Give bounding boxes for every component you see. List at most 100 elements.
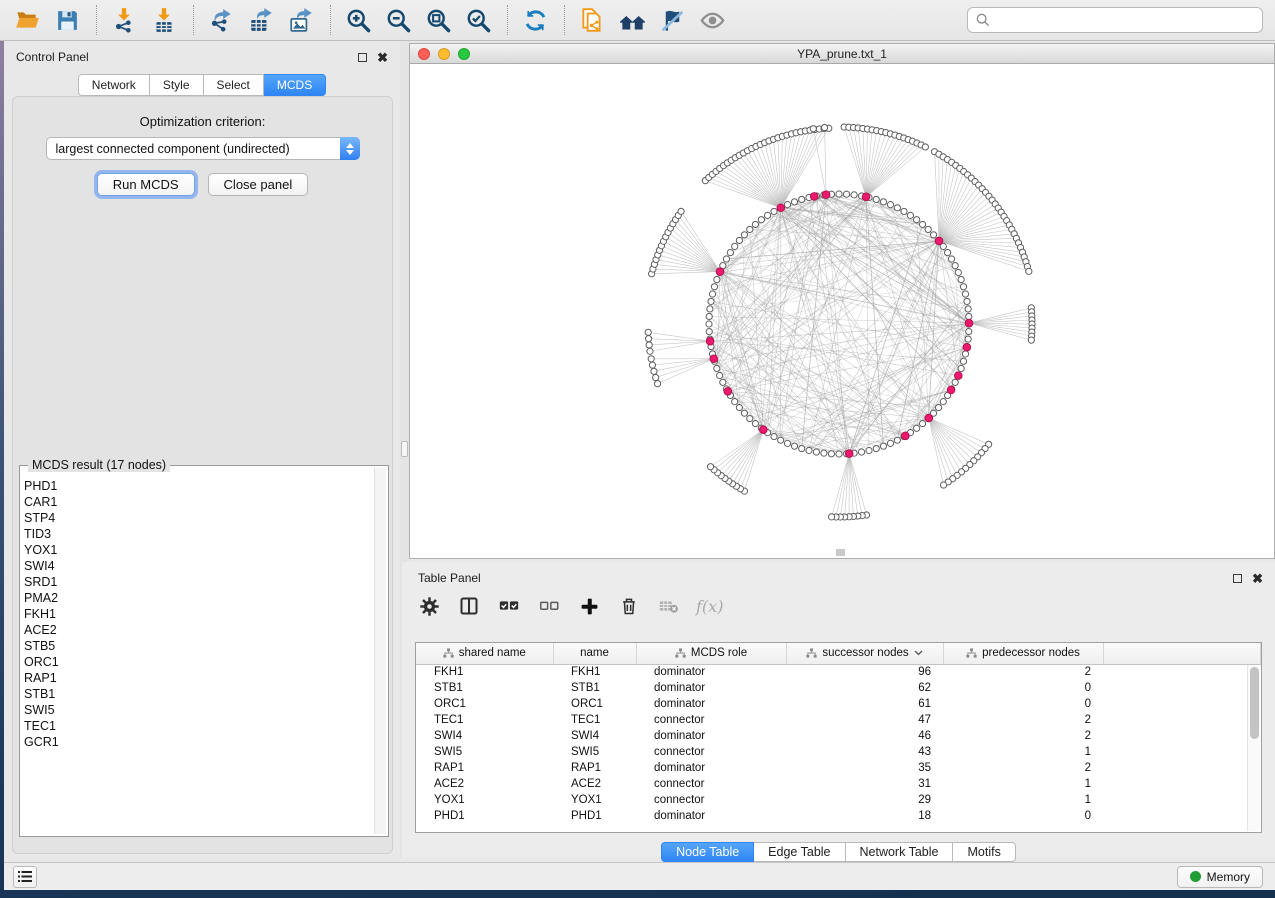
graph-node[interactable] (873, 445, 879, 451)
table-row[interactable]: ACE2ACE2connector311 (416, 776, 1261, 792)
network-graph[interactable] (410, 64, 1274, 558)
graph-node[interactable] (914, 425, 920, 431)
graph-node[interactable] (894, 437, 900, 443)
graph-node[interactable] (727, 249, 733, 255)
table-cell[interactable]: SWI5 (416, 744, 553, 760)
table-cell[interactable]: 29 (786, 792, 943, 808)
graph-node[interactable] (791, 199, 797, 205)
mcds-node-item[interactable]: RAP1 (24, 670, 372, 686)
mcds-hub-node[interactable] (935, 237, 943, 245)
table-cell[interactable]: ACE2 (553, 776, 636, 792)
graph-leaf-node[interactable] (651, 368, 657, 374)
tab-mcds[interactable]: MCDS (264, 74, 326, 96)
table-cell[interactable]: SWI4 (553, 728, 636, 744)
table-cell[interactable]: TEC1 (553, 712, 636, 728)
graph-leaf-node[interactable] (654, 381, 660, 387)
graph-leaf-node[interactable] (646, 342, 652, 348)
mcds-node-item[interactable]: SWI5 (24, 702, 372, 718)
table-cell[interactable]: STB1 (416, 680, 553, 696)
graph-node[interactable] (894, 205, 900, 211)
graph-node[interactable] (791, 443, 797, 449)
graph-node[interactable] (752, 420, 758, 426)
graph-node[interactable] (813, 449, 819, 455)
memory-button[interactable]: Memory (1177, 866, 1263, 888)
graph-node[interactable] (736, 404, 742, 410)
table-cell[interactable]: 47 (786, 712, 943, 728)
table-cell[interactable]: ACE2 (416, 776, 553, 792)
close-table-panel-icon[interactable]: ✖ (1252, 574, 1263, 583)
graph-node[interactable] (966, 313, 972, 319)
table-cell[interactable]: 0 (943, 680, 1103, 696)
graph-leaf-node[interactable] (810, 126, 816, 132)
table-cell[interactable]: connector (636, 792, 786, 808)
refresh-view-icon[interactable] (518, 4, 552, 36)
mcds-hub-node[interactable] (724, 388, 732, 396)
network-window-titlebar[interactable]: YPA_prune.txt_1 (410, 44, 1274, 64)
table-cell[interactable]: 31 (786, 776, 943, 792)
graph-node[interactable] (940, 399, 946, 405)
import-network-icon[interactable] (107, 4, 141, 36)
graph-node[interactable] (965, 336, 971, 342)
graph-node[interactable] (873, 196, 879, 202)
table-cell[interactable]: 35 (786, 760, 943, 776)
export-network-icon[interactable] (204, 4, 238, 36)
graph-node[interactable] (962, 291, 968, 297)
mcds-node-item[interactable]: FKH1 (24, 606, 372, 622)
export-image-icon[interactable] (284, 4, 318, 36)
mcds-node-item[interactable]: ACE2 (24, 622, 372, 638)
graph-node[interactable] (958, 365, 964, 371)
table-scrollbar[interactable] (1247, 665, 1260, 831)
table-cell[interactable]: dominator (636, 696, 786, 712)
table-row[interactable]: YOX1YOX1connector291 (416, 792, 1261, 808)
search-input[interactable] (967, 7, 1263, 33)
graph-leaf-node[interactable] (821, 124, 827, 130)
mcds-hub-node[interactable] (862, 193, 870, 201)
graph-node[interactable] (952, 379, 958, 385)
table-cell[interactable]: 1 (943, 744, 1103, 760)
mcds-hub-node[interactable] (822, 191, 830, 199)
mcds-hub-node[interactable] (947, 386, 955, 394)
mcds-hub-node[interactable] (716, 268, 724, 276)
graph-node[interactable] (752, 221, 758, 227)
graph-node[interactable] (907, 212, 913, 218)
hide-selected-icon[interactable] (655, 4, 689, 36)
table-cell[interactable]: SWI4 (416, 728, 553, 744)
graph-node[interactable] (962, 351, 968, 357)
graph-node[interactable] (960, 358, 966, 364)
table-cell[interactable]: connector (636, 712, 786, 728)
graph-node[interactable] (935, 404, 941, 410)
mcds-hub-node[interactable] (902, 432, 910, 440)
table-cell[interactable]: 61 (786, 696, 943, 712)
table-cell[interactable]: 0 (943, 808, 1103, 824)
graph-node[interactable] (945, 249, 951, 255)
graph-node[interactable] (914, 217, 920, 223)
mcds-node-item[interactable]: SWI4 (24, 558, 372, 574)
graph-node[interactable] (732, 243, 738, 249)
run-mcds-button[interactable]: Run MCDS (97, 173, 195, 196)
graph-node[interactable] (880, 443, 886, 449)
table-cell[interactable]: TEC1 (416, 712, 553, 728)
graph-node[interactable] (828, 451, 834, 457)
graph-node[interactable] (836, 191, 842, 197)
graph-node[interactable] (771, 433, 777, 439)
mcds-node-item[interactable]: GCR1 (24, 734, 372, 750)
table-cell[interactable]: STB1 (553, 680, 636, 696)
tab-motifs[interactable]: Motifs (953, 842, 1015, 862)
splitter-grip[interactable] (401, 441, 408, 457)
graph-node[interactable] (866, 447, 872, 453)
graph-node[interactable] (958, 276, 964, 282)
table-cell[interactable]: SWI5 (553, 744, 636, 760)
graph-node[interactable] (952, 263, 958, 269)
table-cell[interactable] (1103, 744, 1261, 760)
graph-node[interactable] (771, 208, 777, 214)
table-cell[interactable]: 2 (943, 760, 1103, 776)
mcds-hub-node[interactable] (810, 193, 818, 201)
table-cell[interactable] (1103, 728, 1261, 744)
table-row[interactable]: ORC1ORC1dominator610 (416, 696, 1261, 712)
graph-node[interactable] (709, 291, 715, 297)
graph-node[interactable] (764, 212, 770, 218)
column-header-successor-nodes[interactable]: successor nodes (786, 643, 943, 664)
graph-node[interactable] (960, 284, 966, 290)
graph-leaf-node[interactable] (645, 336, 651, 342)
export-table-icon[interactable] (244, 4, 278, 36)
